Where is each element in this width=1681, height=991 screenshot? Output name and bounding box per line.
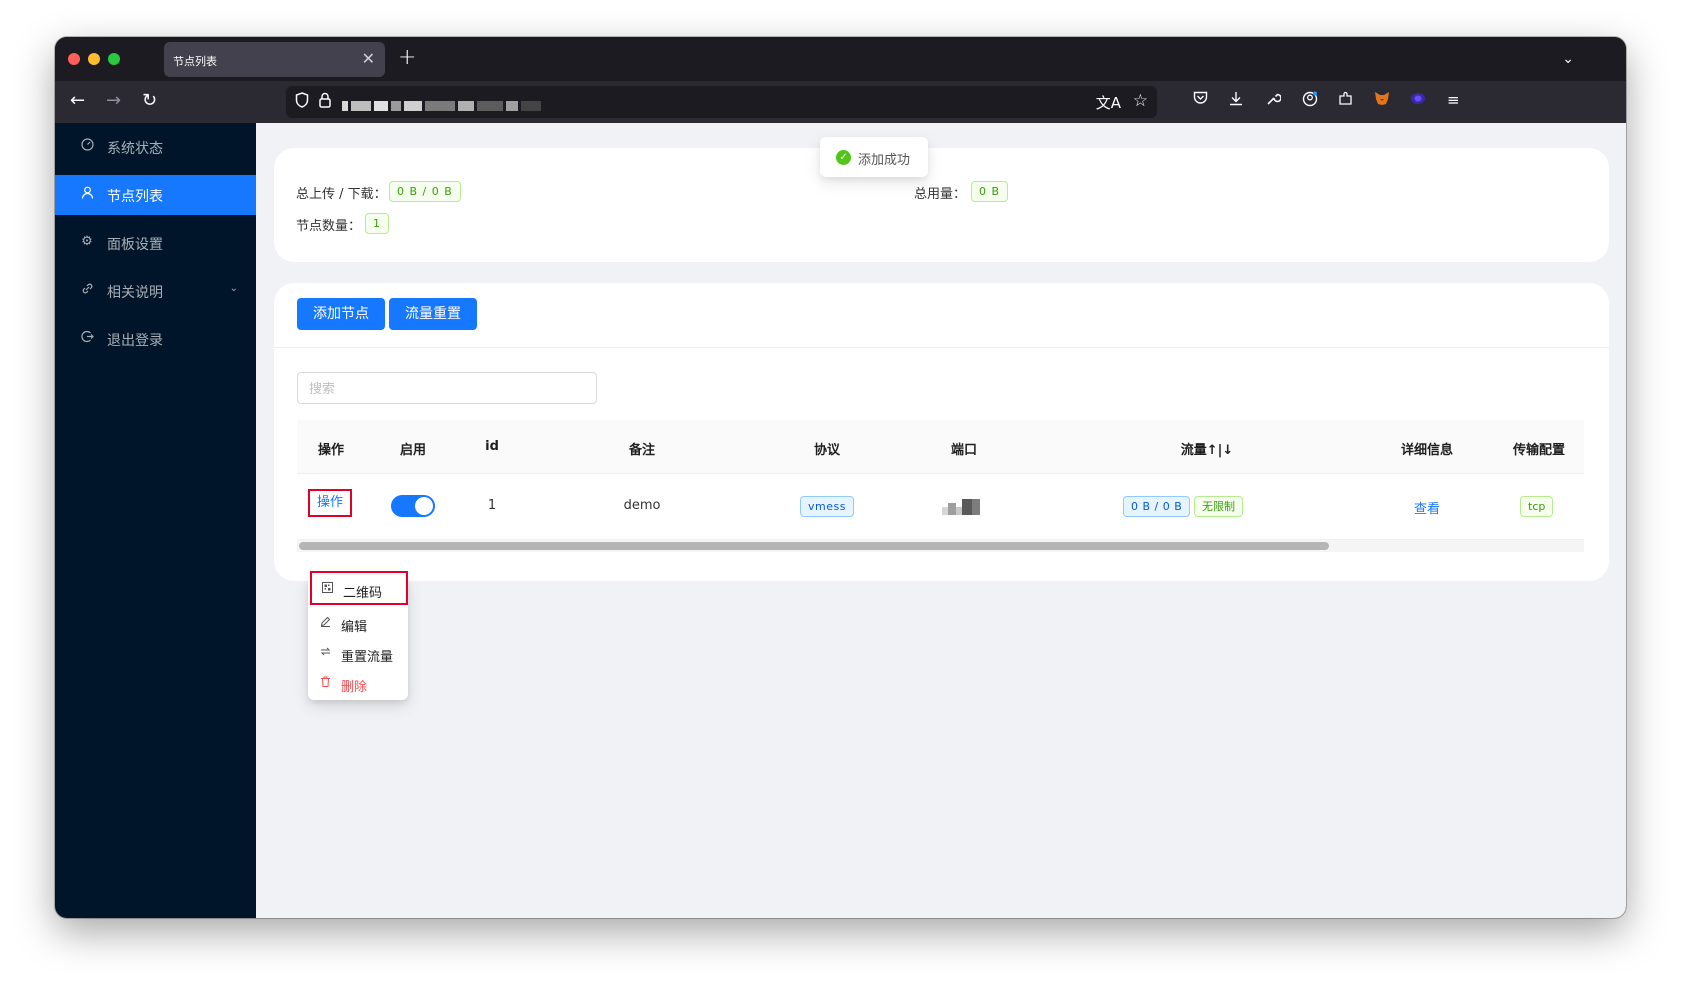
sidebar-item-label: 相关说明 [107, 285, 163, 301]
cell-remark: demo [623, 498, 661, 513]
sidebar-item-logout[interactable]: 退出登录 [55, 319, 256, 359]
column-header-port: 端口 [950, 443, 978, 458]
add-node-button[interactable]: 添加节点 [297, 298, 385, 330]
cell-id: 1 [487, 498, 497, 513]
upload-download-label: 总上传 / 下载： [296, 187, 387, 202]
window-close-button[interactable] [68, 53, 80, 65]
extension-purple-icon[interactable] [1410, 91, 1426, 110]
sidebar-item-label: 系统状态 [107, 141, 163, 157]
column-header-action: 操作 [317, 443, 345, 458]
sidebar: 系统状态 节点列表 ⚙ 面板设置 相关说明 ⌄ 退出登录 [55, 123, 256, 918]
column-header-protocol: 协议 [813, 443, 841, 458]
menu-item-delete[interactable]: 删除 [312, 669, 404, 699]
enable-toggle[interactable] [391, 495, 435, 517]
delete-icon [320, 676, 331, 690]
total-usage-tag: 0 B [971, 181, 1009, 202]
lock-icon[interactable] [319, 92, 331, 112]
chevron-down-icon: ⌄ [229, 283, 238, 294]
column-header-details: 详细信息 [1400, 443, 1454, 458]
node-table-card: 添加节点 流量重置 操作 启用 id 备注 协议 端口 流量↑|↓ 详细信息 传… [274, 283, 1609, 581]
menu-item-edit[interactable]: 编辑 [312, 609, 404, 639]
sidebar-item-label: 面板设置 [107, 237, 163, 253]
dashboard-icon [79, 138, 95, 155]
column-header-id: id [485, 439, 499, 454]
back-arrow-icon[interactable]: ← [70, 90, 85, 112]
node-count-label: 节点数量： [296, 219, 362, 234]
toast-message: 添加成功 [858, 153, 911, 168]
action-dropdown-trigger[interactable]: 操作 [308, 489, 352, 517]
window-minimize-button[interactable] [88, 53, 100, 65]
divider [274, 347, 1609, 348]
sidebar-item-node-list[interactable]: 节点列表 [55, 175, 256, 215]
menu-item-reset-traffic[interactable]: 重置流量 [312, 639, 404, 669]
window-maximize-button[interactable] [108, 53, 120, 65]
shield-icon[interactable] [295, 92, 309, 112]
user-icon [79, 186, 95, 203]
table-row: 操作 1 demo vmess 0 B / 0 B 无限制 查看 tcp [297, 474, 1584, 540]
check-circle-icon: ✓ [836, 150, 851, 165]
edit-icon [320, 616, 331, 630]
pocket-icon[interactable] [1193, 91, 1208, 109]
new-tab-icon[interactable]: + [398, 45, 416, 70]
toggle-knob [415, 497, 433, 515]
traffic-tag: 0 B / 0 B [1123, 496, 1191, 517]
sidebar-item-label: 退出登录 [107, 333, 163, 349]
protocol-tag: vmess [800, 496, 854, 517]
sidebar-item-label: 节点列表 [107, 189, 163, 205]
browser-nav-bar: ← → ↻ 文A ☆ ≡ [55, 81, 1626, 123]
menu-item-label: 编辑 [341, 620, 368, 635]
port-obscured [942, 497, 984, 515]
menu-item-label: 二维码 [343, 586, 383, 601]
reset-traffic-button[interactable]: 流量重置 [389, 298, 477, 330]
wrench-icon[interactable] [1266, 91, 1282, 110]
column-header-enabled: 启用 [399, 443, 427, 458]
node-count-tag: 1 [365, 213, 389, 234]
total-usage-label: 总用量： [914, 187, 967, 202]
address-bar[interactable]: 文A ☆ [286, 86, 1157, 118]
tab-title: 节点列表 [173, 55, 217, 68]
translate-icon[interactable]: 文A [1096, 92, 1121, 113]
main-content: 总上传 / 下载： 0 B / 0 B 总用量： 0 B 节点数量： 1 添加节… [256, 123, 1626, 918]
qrcode-icon [322, 582, 333, 596]
menu-item-label: 删除 [341, 680, 368, 695]
metamask-fox-icon[interactable] [1374, 91, 1390, 110]
browser-tab-bar: 节点列表 ✕ + ⌄ [55, 37, 1626, 81]
tab-close-icon[interactable]: ✕ [362, 49, 375, 68]
search-input[interactable] [297, 372, 597, 404]
forward-arrow-icon[interactable]: → [106, 90, 121, 112]
sidebar-item-system-status[interactable]: 系统状态 [55, 127, 256, 167]
download-icon[interactable] [1229, 91, 1243, 110]
node-table: 操作 启用 id 备注 协议 端口 流量↑|↓ 详细信息 传输配置 操作 1 d… [297, 420, 1584, 553]
transport-tag: tcp [1520, 496, 1554, 517]
column-header-transport: 传输配置 [1512, 443, 1566, 458]
gear-icon: ⚙ [81, 234, 93, 249]
limit-tag: 无限制 [1194, 496, 1243, 517]
logout-icon [79, 330, 95, 347]
account-icon[interactable] [1302, 91, 1318, 111]
app-area: 系统状态 节点列表 ⚙ 面板设置 相关说明 ⌄ 退出登录 总上传 / 下载： 0… [55, 123, 1626, 918]
column-header-traffic[interactable]: 流量↑|↓ [1181, 439, 1234, 458]
tab-list-chevron-icon[interactable]: ⌄ [1562, 51, 1574, 67]
link-icon [79, 282, 95, 299]
menu-item-qrcode[interactable]: 二维码 [310, 571, 408, 605]
horizontal-scrollbar-thumb[interactable] [299, 542, 1329, 550]
browser-window: 节点列表 ✕ + ⌄ ← → ↻ 文A ☆ ≡ 系统状态 节点列表 ⚙ 面板设置… [55, 37, 1626, 918]
sidebar-item-panel-settings[interactable]: ⚙ 面板设置 [55, 223, 256, 263]
success-toast: ✓ 添加成功 [820, 137, 928, 177]
hamburger-menu-icon[interactable]: ≡ [1447, 91, 1460, 109]
action-dropdown-menu: 二维码 编辑 重置流量 删除 [308, 571, 408, 700]
bookmark-star-icon[interactable]: ☆ [1133, 91, 1148, 111]
reset-icon [320, 646, 331, 660]
view-details-link[interactable]: 查看 [1414, 498, 1440, 517]
extensions-icon[interactable] [1338, 91, 1353, 110]
menu-item-label: 重置流量 [341, 650, 394, 665]
column-header-remark: 备注 [628, 443, 656, 458]
url-obscured [342, 95, 544, 111]
stats-card: 总上传 / 下载： 0 B / 0 B 总用量： 0 B 节点数量： 1 [274, 148, 1609, 262]
browser-tab-active[interactable]: 节点列表 ✕ [164, 42, 385, 77]
reload-icon[interactable]: ↻ [142, 90, 157, 112]
upload-download-tag: 0 B / 0 B [389, 181, 461, 202]
sidebar-item-docs[interactable]: 相关说明 ⌄ [55, 271, 256, 311]
table-header: 操作 启用 id 备注 协议 端口 流量↑|↓ 详细信息 传输配置 [297, 420, 1584, 474]
